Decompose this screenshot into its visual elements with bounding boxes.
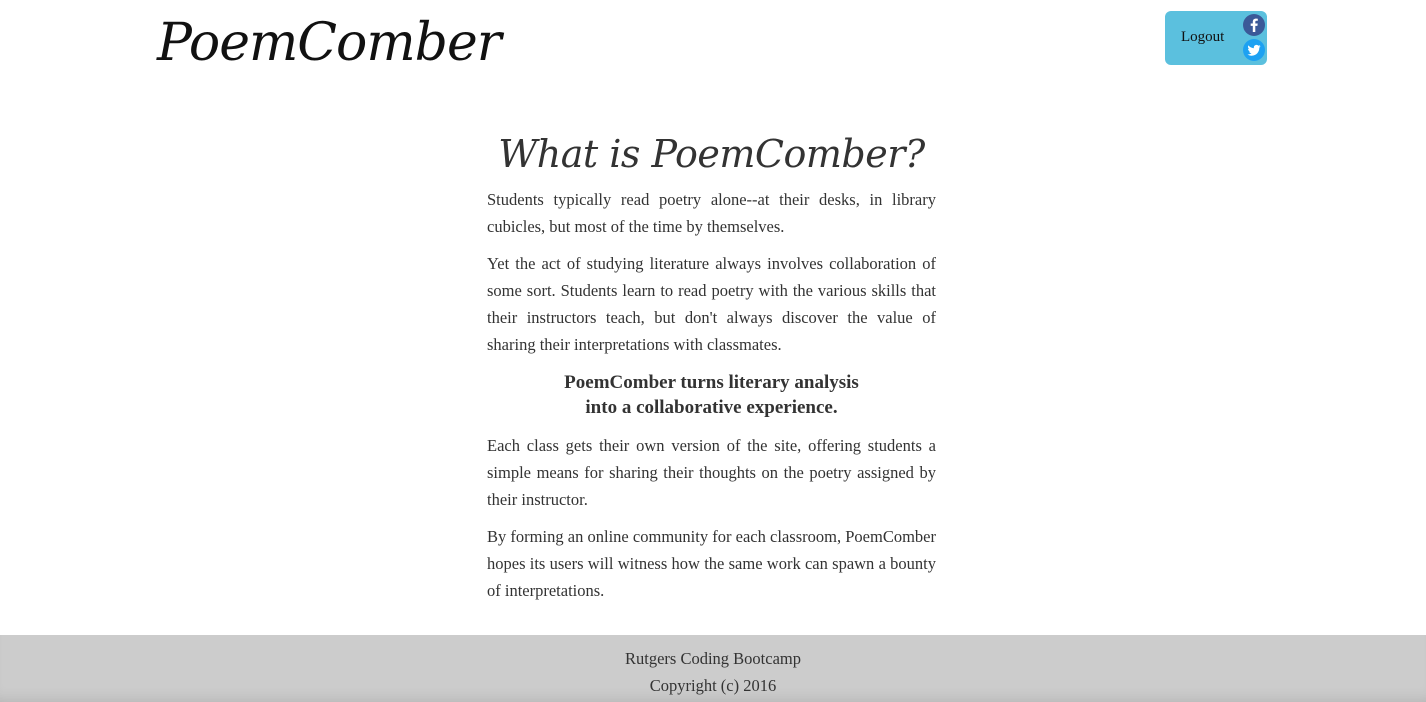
about-section: What is PoemComber? Students typically r…	[487, 127, 936, 604]
twitter-icon[interactable]	[1243, 39, 1265, 61]
facebook-icon[interactable]	[1243, 14, 1265, 36]
collaboration-paragraph: Yet the act of studying literature alway…	[487, 254, 936, 354]
community-paragraph: By forming an online community for each …	[487, 527, 936, 600]
callout: PoemComber turns literary analysis into …	[487, 370, 936, 420]
auth-panel: Logout	[1165, 11, 1267, 65]
footer-org: Rutgers Coding Bootcamp	[625, 649, 801, 668]
class-site-paragraph: Each class gets their own version of the…	[487, 436, 936, 509]
callout-line-1: PoemComber turns literary analysis	[564, 372, 859, 393]
intro-paragraph: Students typically read poetry alone--at…	[487, 190, 936, 236]
footer-copyright: Copyright (c) 2016	[649, 676, 777, 695]
page-title: What is PoemComber?	[498, 132, 925, 176]
page-footer: Rutgers Coding Bootcamp Copyright (c) 20…	[0, 635, 1426, 702]
site-logo[interactable]: PoemComber	[157, 10, 502, 76]
callout-line-2: into a collaborative experience.	[585, 397, 838, 418]
logout-button[interactable]: Logout	[1181, 28, 1224, 46]
